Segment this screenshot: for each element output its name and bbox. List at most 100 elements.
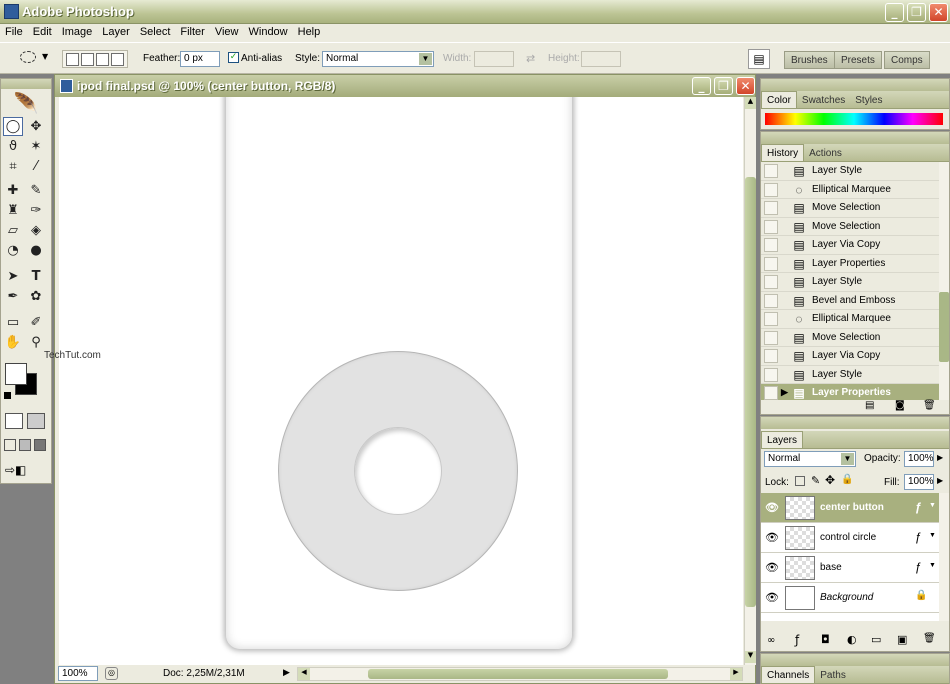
scroll-left-icon[interactable]: ◀ [298,668,310,680]
jump-to-imageready-icon[interactable]: ⇨◧ [5,463,43,477]
lock-transparency-icon[interactable] [795,476,805,486]
history-item[interactable]: ▤ Layer Style [761,162,939,181]
add-selection-icon[interactable] [81,53,94,66]
subtract-selection-icon[interactable] [96,53,109,66]
history-brush-source-checkbox[interactable] [764,386,778,400]
new-group-icon[interactable]: ▭ [871,633,881,646]
history-brush-source-checkbox[interactable] [764,238,778,252]
layer-row[interactable]: 👁 control circle ƒ ▼ [761,523,939,553]
file-browser-icon[interactable]: ▤ [748,49,770,69]
zoom-level-field[interactable]: 100% [58,666,98,681]
history-brush-source-checkbox[interactable] [764,201,778,215]
quick-mask-mode-icon[interactable] [27,413,45,429]
opacity-input[interactable]: 100% [904,451,934,467]
doc-minimize-button[interactable]: _ [692,77,711,95]
menu-view[interactable]: View [210,24,244,38]
adjustment-layer-icon[interactable]: ◐ [847,633,857,646]
vertical-scroll-thumb[interactable] [745,177,756,607]
pen-tool-icon[interactable]: ✒ [3,287,23,306]
default-colors-icon[interactable] [4,392,11,399]
screen-mode-menubar-icon[interactable] [19,439,31,451]
history-scroll-thumb[interactable] [939,292,949,362]
expand-effects-icon[interactable]: ▼ [929,502,936,509]
new-document-from-state-icon[interactable]: ▤ [865,400,874,411]
eye-icon[interactable]: 👁 [765,561,779,575]
layer-row[interactable]: 👁 Background 🔒 [761,583,939,613]
swap-dimensions-icon[interactable]: ⇄ [526,52,535,65]
status-menu-icon[interactable]: ◎ [105,667,118,680]
menu-image[interactable]: Image [57,24,98,38]
eye-icon[interactable]: 👁 [765,591,779,605]
crop-tool-icon[interactable]: ⌗ [3,157,23,176]
elliptical-marquee-tool-icon[interactable]: ◯ [3,117,23,136]
link-layers-icon[interactable]: ∞ [767,635,775,646]
lock-position-icon[interactable]: ✥ [825,473,835,487]
blend-mode-select[interactable]: Normal ▼ [764,451,856,467]
layer-row[interactable]: 👁 base ƒ ▼ [761,553,939,583]
horizontal-scroll-thumb[interactable] [368,669,668,679]
history-item[interactable]: ▤ Bevel and Emboss [761,292,939,310]
history-brush-source-checkbox[interactable] [764,349,778,363]
menu-file[interactable]: File [0,24,28,38]
antialias-checkbox[interactable]: ✓ [228,52,239,63]
path-selection-tool-icon[interactable]: ➤ [3,267,23,286]
tab-styles[interactable]: Styles [850,92,887,109]
scroll-up-icon[interactable]: ▲ [745,97,756,109]
tab-actions[interactable]: Actions [804,145,847,162]
hand-tool-icon[interactable]: ✋ [3,333,23,352]
type-tool-icon[interactable]: T [26,267,46,286]
horizontal-scrollbar[interactable]: ◀ ▶ [297,667,743,681]
history-item[interactable]: ▤ Layer Style [761,366,939,384]
magic-wand-tool-icon[interactable]: ✶ [26,137,46,156]
paint-bucket-tool-icon[interactable]: ◈ [26,221,46,240]
eye-icon[interactable]: 👁 [765,501,779,515]
minimize-button[interactable]: _ [885,3,904,22]
eraser-tool-icon[interactable]: ▱ [3,221,23,240]
lock-pixels-icon[interactable]: ✎ [811,474,820,487]
fill-arrow-icon[interactable]: ▶ [937,476,943,485]
dodge-tool-icon[interactable]: ● [26,241,46,260]
eyedropper-tool-icon[interactable]: ✐ [26,313,46,332]
lasso-tool-icon[interactable]: ϑ [3,137,23,156]
delete-layer-icon[interactable]: 🗑 [923,633,936,644]
new-snapshot-icon[interactable]: ◙ [895,400,905,411]
dock-tab-brushes[interactable]: Brushes [784,51,835,69]
fill-input[interactable]: 100% [904,474,934,490]
tab-layers[interactable]: Layers [761,431,804,448]
history-item[interactable]: ▤ Layer Via Copy [761,236,939,255]
restore-button[interactable]: ❐ [907,3,926,22]
intersect-selection-icon[interactable] [111,53,124,66]
history-item[interactable]: ▤ Move Selection [761,329,939,347]
layer-effects-icon[interactable]: ƒ [915,530,922,544]
feather-input[interactable]: 0 px [180,51,220,67]
history-item[interactable]: ◌ Elliptical Marquee [761,310,939,329]
elliptical-marquee-preset-icon[interactable] [20,51,36,63]
history-brush-source-checkbox[interactable] [764,256,778,271]
brush-tool-icon[interactable]: ✎ [26,181,46,200]
layer-mask-icon[interactable]: ◘ [821,633,830,646]
lock-all-icon[interactable]: 🔒 [841,474,853,485]
tab-history[interactable]: History [761,144,805,161]
history-brush-source-checkbox[interactable] [764,275,778,289]
history-brush-tool-icon[interactable]: ✑ [26,201,46,220]
style-select[interactable]: Normal ▼ [322,51,434,67]
layer-effects-icon[interactable]: ƒ [915,560,922,574]
height-input[interactable] [581,51,621,67]
menu-window[interactable]: Window [244,24,293,38]
expand-effects-icon[interactable]: ▼ [929,562,936,569]
doc-maximize-button[interactable]: ❐ [714,77,733,95]
opacity-arrow-icon[interactable]: ▶ [937,453,943,462]
history-brush-source-checkbox[interactable] [764,293,778,308]
history-brush-source-checkbox[interactable] [764,219,778,234]
status-arrow-icon[interactable]: ▶ [283,667,290,678]
history-brush-source-checkbox[interactable] [764,312,778,326]
vertical-scrollbar[interactable]: ▲ ▼ [744,97,756,665]
blur-tool-icon[interactable]: ◔ [3,241,23,260]
close-button[interactable]: ✕ [929,3,948,22]
layer-effects-icon[interactable]: ƒ [915,500,922,514]
menu-help[interactable]: Help [293,24,326,38]
image-canvas[interactable] [59,97,743,665]
color-spectrum-bar[interactable] [765,113,943,125]
history-item[interactable]: ▤ Layer Style [761,273,939,292]
tab-channels[interactable]: Channels [761,666,816,683]
